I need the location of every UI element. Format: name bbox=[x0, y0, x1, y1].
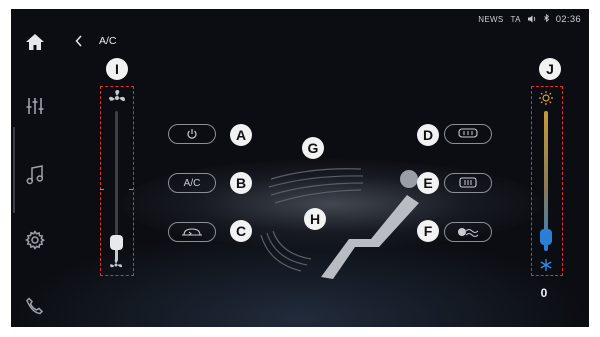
fan-low-icon bbox=[108, 258, 124, 277]
temperature-value: 0 bbox=[540, 286, 548, 300]
airflow-seat-graphic bbox=[260, 168, 419, 279]
sun-icon bbox=[538, 90, 554, 111]
callout-front-defrost: E bbox=[417, 172, 439, 194]
sliders-icon[interactable] bbox=[22, 93, 48, 119]
fan-slider-tick bbox=[129, 189, 133, 190]
sidebar bbox=[11, 9, 59, 327]
speaker-icon bbox=[527, 15, 537, 25]
home-icon[interactable] bbox=[22, 29, 48, 55]
gear-icon[interactable] bbox=[22, 227, 48, 253]
seat-figure bbox=[321, 170, 419, 279]
upper-airflow-lines bbox=[268, 168, 364, 204]
rear-defrost-button[interactable] bbox=[444, 124, 492, 144]
ac-button[interactable]: A/C bbox=[168, 173, 216, 193]
status-bar: NEWS TA 02:36 bbox=[478, 13, 581, 25]
ac-control-screen: NEWS TA 02:36 A/C I A A/C B C G H D E F … bbox=[11, 9, 589, 327]
callout-seat-airflow: F bbox=[417, 220, 439, 242]
ac-button-label: A/C bbox=[183, 177, 201, 189]
page-title: A/C bbox=[99, 35, 117, 47]
back-button[interactable] bbox=[75, 34, 83, 52]
clock: 02:36 bbox=[555, 14, 581, 25]
seat-airflow-icon bbox=[458, 228, 479, 237]
seat-airflow-button[interactable] bbox=[444, 222, 492, 242]
callout-recirculation: C bbox=[230, 220, 252, 242]
fan-slider-tick bbox=[100, 189, 104, 190]
rear-defrost-icon bbox=[458, 128, 478, 138]
callout-fan-slider: I bbox=[106, 58, 128, 80]
callout-rear-defrost: D bbox=[417, 124, 439, 146]
front-defrost-button[interactable] bbox=[444, 173, 492, 193]
snowflake-icon bbox=[539, 258, 553, 277]
power-icon bbox=[187, 129, 197, 139]
fan-high-icon bbox=[106, 89, 128, 112]
recirculation-button[interactable] bbox=[168, 222, 216, 242]
front-defrost-icon bbox=[459, 177, 477, 188]
callout-upper-airflow: G bbox=[302, 137, 324, 159]
news-indicator: NEWS bbox=[478, 15, 504, 24]
power-button[interactable] bbox=[168, 124, 216, 144]
ta-indicator: TA bbox=[510, 15, 521, 24]
bluetooth-icon bbox=[543, 13, 549, 25]
callout-ac: B bbox=[230, 172, 252, 194]
phone-icon[interactable] bbox=[22, 293, 48, 319]
fan-slider-handle[interactable] bbox=[110, 235, 123, 250]
sidebar-active-indicator bbox=[13, 127, 15, 213]
callout-power: A bbox=[230, 124, 252, 146]
temp-slider-handle[interactable] bbox=[540, 229, 552, 245]
callout-temp-slider: J bbox=[539, 58, 561, 80]
music-note-icon[interactable] bbox=[22, 162, 48, 188]
recirculation-icon bbox=[182, 228, 202, 236]
lower-airflow-lines bbox=[260, 230, 312, 272]
